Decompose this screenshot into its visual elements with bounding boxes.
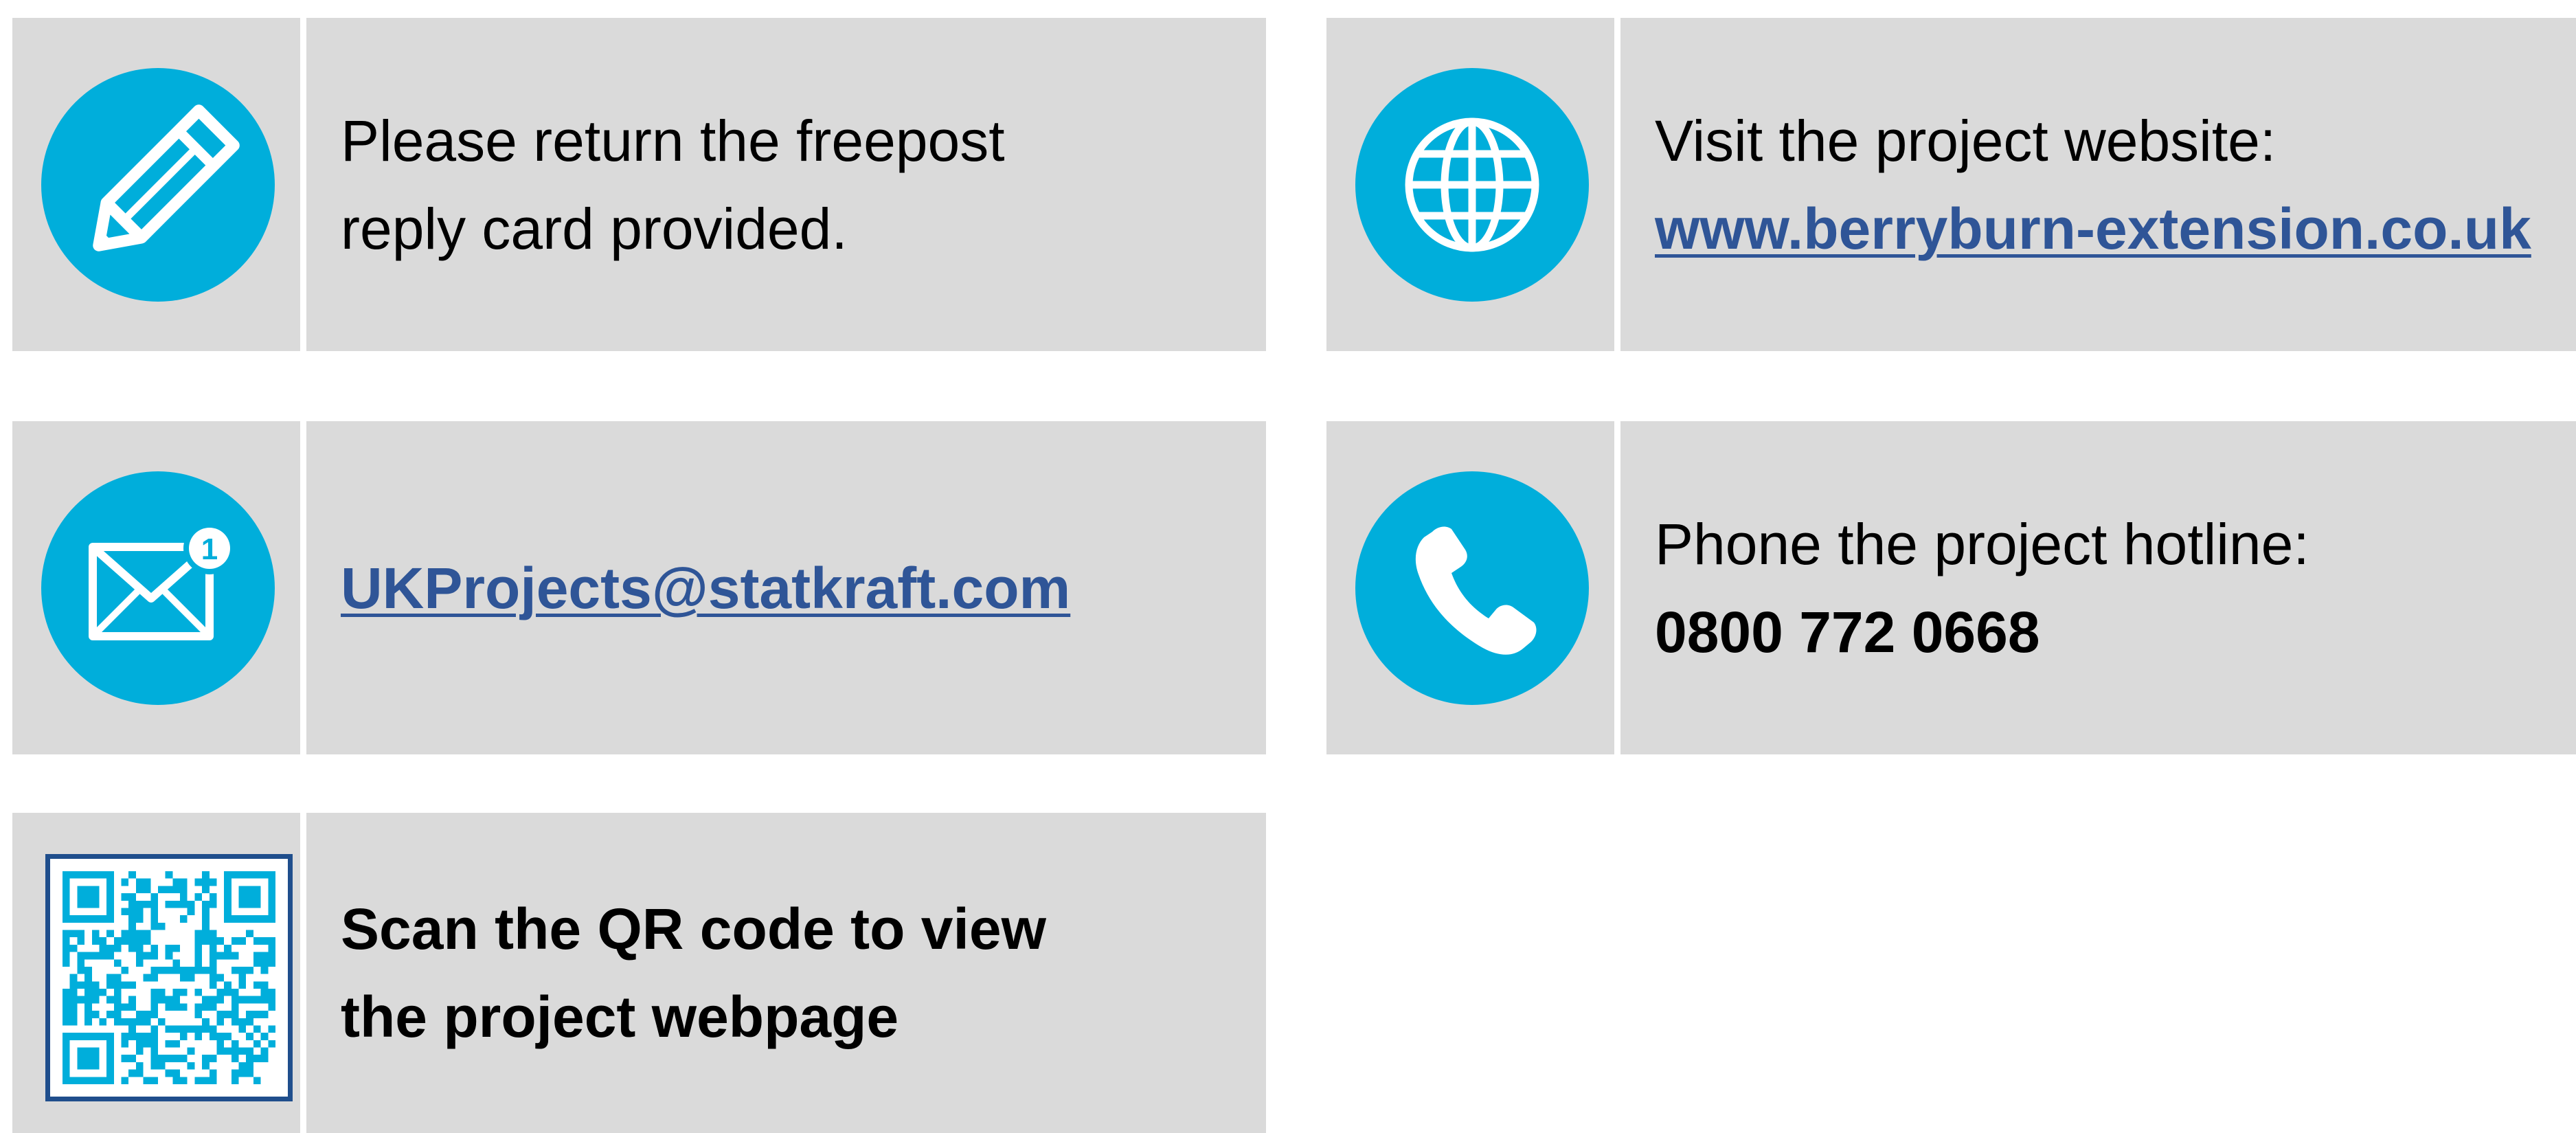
phone-icon xyxy=(1355,471,1589,705)
globe-icon xyxy=(1355,68,1589,302)
phone-text-cell: Phone the project hotline: 0800 772 0668 xyxy=(1620,421,2576,754)
reply-card-line-1: Please return the freepost xyxy=(341,108,1005,173)
email-icon-cell: 1 xyxy=(12,421,300,754)
phone-prompt: Phone the project hotline: xyxy=(1655,511,2309,576)
email-panel: 1 UKProjects@statkraft.com xyxy=(12,421,1266,754)
reply-card-text-cell: Please return the freepost reply card pr… xyxy=(306,18,1266,351)
envelope-notification-icon: 1 xyxy=(41,471,275,705)
phone-number[interactable]: 0800 772 0668 xyxy=(1655,588,2576,676)
reply-card-icon-cell xyxy=(12,18,300,351)
website-prompt: Visit the project website: xyxy=(1655,108,2276,173)
website-text-cell: Visit the project website: www.berryburn… xyxy=(1620,18,2576,351)
qr-text-cell: Scan the QR code to view the project web… xyxy=(306,813,1266,1133)
qr-line-2: the project webpage xyxy=(341,985,899,1049)
website-panel: Visit the project website: www.berryburn… xyxy=(1326,18,2576,351)
email-link[interactable]: UKProjects@statkraft.com xyxy=(341,544,1070,632)
email-text-cell: UKProjects@statkraft.com xyxy=(306,421,1266,754)
qr-code-icon[interactable] xyxy=(45,854,293,1101)
qr-line-1: Scan the QR code to view xyxy=(341,897,1046,961)
qr-icon-cell xyxy=(12,813,300,1133)
pencil-icon xyxy=(41,68,275,302)
phone-panel: Phone the project hotline: 0800 772 0668 xyxy=(1326,421,2576,754)
qr-panel: Scan the QR code to view the project web… xyxy=(12,813,1266,1133)
reply-card-panel: Please return the freepost reply card pr… xyxy=(12,18,1266,351)
email-badge: 1 xyxy=(201,532,218,566)
website-icon-cell xyxy=(1326,18,1614,351)
reply-card-line-2: reply card provided. xyxy=(341,196,848,261)
website-link[interactable]: www.berryburn-extension.co.uk xyxy=(1655,185,2531,273)
phone-icon-cell xyxy=(1326,421,1614,754)
